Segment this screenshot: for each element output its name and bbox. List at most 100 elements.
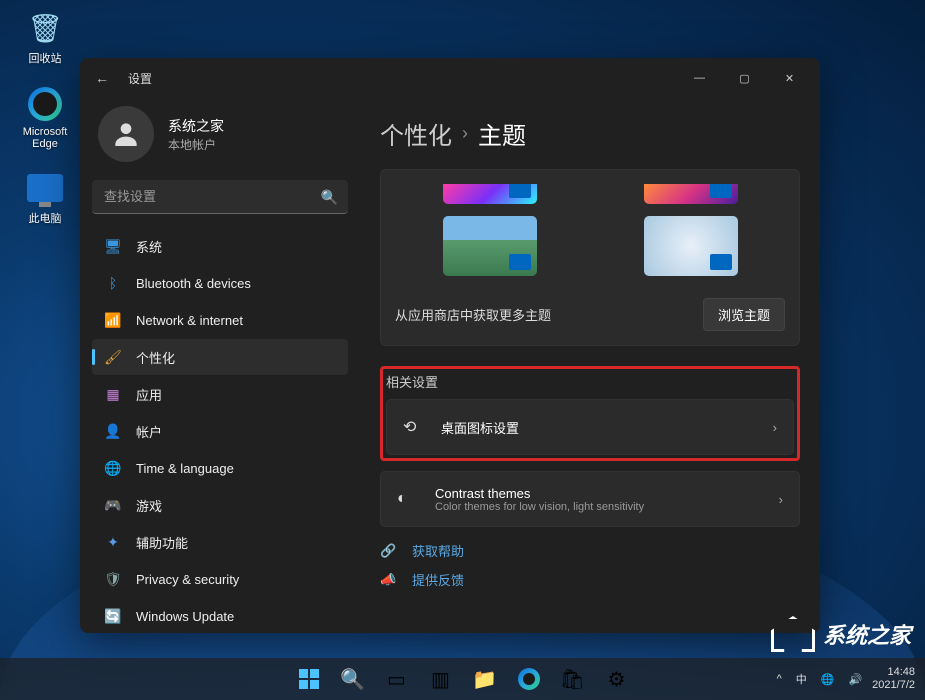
sidebar-item--[interactable]: 👤 帐户	[92, 413, 348, 449]
taskbar: 🔍 ▭ ▥ 📁 🛍 ⚙ ^ 中 🌐 🔊 14:48 2021/7/2	[0, 658, 925, 700]
contrast-themes-row[interactable]: ◐ Contrast themes Color themes for low v…	[380, 471, 800, 527]
edge-taskbar-button[interactable]	[510, 660, 548, 698]
avatar	[98, 106, 154, 162]
search-input[interactable]	[92, 180, 348, 214]
desktop-icon-settings-row[interactable]: ⟲ 桌面图标设置 ›	[386, 399, 794, 455]
breadcrumb-separator: ›	[462, 123, 468, 144]
sidebar-item-privacy-security[interactable]: 🛡 Privacy & security	[92, 561, 348, 597]
chevron-right-icon: ›	[779, 492, 783, 507]
nav-icon: 🎮	[104, 497, 122, 514]
start-button[interactable]	[290, 660, 328, 698]
content-area: 个性化 › 主题 从应用商店中获取更多主题 浏览主题 相关设置	[360, 98, 820, 633]
help-links: 🔗 获取帮助 📣 提供反馈	[380, 541, 800, 589]
nav-icon: 🔄	[104, 608, 122, 625]
network-tray-icon[interactable]: 🌐	[817, 669, 839, 690]
more-themes-label: 从应用商店中获取更多主题	[395, 305, 551, 324]
nav-list: 🖥 系统 ᛒ Bluetooth & devices 📶 Network & intern…	[92, 228, 348, 633]
nav-label: 帐户	[136, 422, 162, 441]
pc-icon	[27, 170, 63, 206]
related-settings-title: 相关设置	[386, 372, 794, 391]
watermark-logo-icon	[771, 616, 815, 652]
breadcrumb-current: 主题	[478, 116, 526, 151]
nav-icon: ᛒ	[104, 275, 122, 291]
browse-themes-button[interactable]: 浏览主题	[703, 298, 785, 331]
help-icon: 🔗	[380, 543, 400, 559]
sidebar-item-network-internet[interactable]: 📶 Network & internet	[92, 302, 348, 338]
setting-row-title: Contrast themes	[435, 486, 644, 501]
settings-taskbar-button[interactable]: ⚙	[598, 660, 636, 698]
watermark: 系统之家	[771, 616, 911, 652]
nav-icon: 🖥	[104, 238, 122, 255]
nav-icon: ▦	[104, 386, 122, 403]
taskbar-center: 🔍 ▭ ▥ 📁 🛍 ⚙	[290, 660, 636, 698]
account-name: 系统之家	[168, 116, 224, 136]
get-help-link[interactable]: 🔗 获取帮助	[380, 541, 800, 560]
task-view-button[interactable]: ▭	[378, 660, 416, 698]
nav-label: Time & language	[136, 461, 234, 476]
sidebar-item--[interactable]: 🖥 系统	[92, 228, 348, 264]
breadcrumb: 个性化 › 主题	[380, 116, 800, 151]
account-block[interactable]: 系统之家 本地帐户	[92, 98, 348, 180]
back-button[interactable]: ←	[88, 64, 116, 92]
taskbar-clock[interactable]: 14:48 2021/7/2	[872, 666, 915, 692]
sidebar-item-time-language[interactable]: 🌐 Time & language	[92, 450, 348, 486]
system-tray: ^ 中 🌐 🔊 14:48 2021/7/2	[773, 666, 925, 692]
theme-thumbnail[interactable]	[644, 184, 738, 204]
recycle-bin-icon: 🗑	[27, 10, 63, 46]
ime-icon[interactable]: 中	[792, 667, 811, 691]
nav-label: 系统	[136, 237, 162, 256]
theme-thumbnail[interactable]	[443, 184, 537, 204]
edge-icon	[27, 86, 63, 122]
feedback-icon: 📣	[380, 572, 400, 588]
nav-label: 个性化	[136, 348, 175, 367]
sidebar-item-bluetooth-devices[interactable]: ᛒ Bluetooth & devices	[92, 265, 348, 301]
window-title: 设置	[128, 70, 152, 87]
nav-label: Network & internet	[136, 313, 243, 328]
theme-thumbnail[interactable]	[644, 216, 738, 276]
nav-label: 辅助功能	[136, 533, 188, 552]
nav-icon: 👤	[104, 423, 122, 440]
nav-icon: 🌐	[104, 460, 122, 477]
file-explorer-button[interactable]: 📁	[466, 660, 504, 698]
nav-icon: 📶	[104, 312, 122, 329]
tray-chevron-icon[interactable]: ^	[773, 669, 786, 689]
volume-tray-icon[interactable]: 🔊	[844, 669, 866, 690]
nav-label: 游戏	[136, 496, 162, 515]
sidebar: 系统之家 本地帐户 🔍 🖥 系统 ᛒ Bluetooth & devices 📶 Netw…	[80, 98, 360, 633]
widgets-button[interactable]: ▥	[422, 660, 460, 698]
desktop-icon-edge[interactable]: Microsoft Edge	[15, 86, 75, 150]
nav-label: Windows Update	[136, 609, 234, 624]
search-icon: 🔍	[321, 189, 338, 206]
give-feedback-link[interactable]: 📣 提供反馈	[380, 570, 800, 589]
titlebar: ← 设置 — ▢ ✕	[80, 58, 820, 98]
sidebar-item--[interactable]: ▦ 应用	[92, 376, 348, 412]
desktop-icon-this-pc[interactable]: 此电脑	[15, 170, 75, 226]
desktop-icons: 🗑 回收站 Microsoft Edge 此电脑	[15, 10, 75, 226]
chevron-right-icon: ›	[773, 420, 777, 435]
store-button[interactable]: 🛍	[554, 660, 592, 698]
desktop-icon-recycle-bin[interactable]: 🗑 回收站	[15, 10, 75, 66]
account-type: 本地帐户	[168, 136, 224, 153]
nav-icon: 🖌	[104, 349, 122, 366]
theme-thumbnail[interactable]	[443, 216, 537, 276]
nav-icon: 🛡	[104, 571, 122, 588]
maximize-button[interactable]: ▢	[722, 63, 767, 93]
themes-card: 从应用商店中获取更多主题 浏览主题	[380, 169, 800, 346]
nav-icon: ✦	[104, 534, 122, 551]
settings-window: ← 设置 — ▢ ✕ 系统之家 本地帐户 🔍 🖥系统ᛒBluetooth	[80, 58, 820, 633]
search-box: 🔍	[92, 180, 348, 214]
desktop-icons-icon: ⟲	[403, 417, 427, 437]
nav-label: Bluetooth & devices	[136, 276, 251, 291]
sidebar-item--[interactable]: ✦ 辅助功能	[92, 524, 348, 560]
nav-label: 应用	[136, 385, 162, 404]
minimize-button[interactable]: —	[677, 63, 722, 93]
nav-label: Privacy & security	[136, 572, 239, 587]
sidebar-item--[interactable]: 🎮 游戏	[92, 487, 348, 523]
setting-row-subtitle: Color themes for low vision, light sensi…	[435, 501, 644, 513]
sidebar-item--[interactable]: 🖌 个性化	[92, 339, 348, 375]
contrast-icon: ◐	[397, 490, 421, 508]
taskbar-search-button[interactable]: 🔍	[334, 660, 372, 698]
close-button[interactable]: ✕	[767, 63, 812, 93]
breadcrumb-parent[interactable]: 个性化	[380, 116, 452, 151]
sidebar-item-windows-update[interactable]: 🔄 Windows Update	[92, 598, 348, 633]
